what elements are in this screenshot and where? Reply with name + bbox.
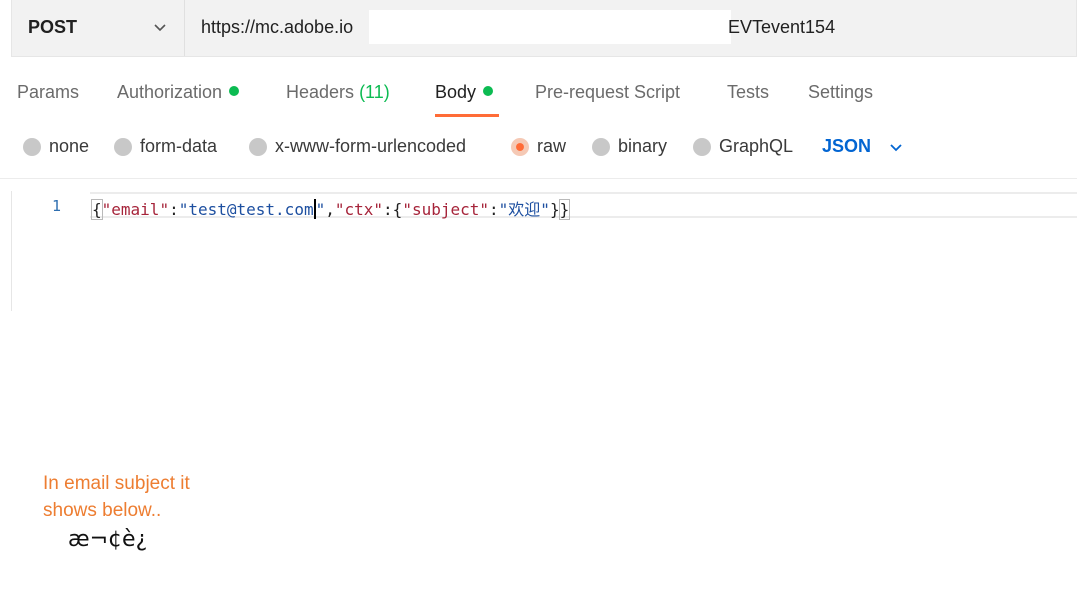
radio-label: x-www-form-urlencoded [275, 136, 467, 156]
json-brace: } [549, 200, 560, 219]
code-line[interactable]: {"email":"test@test.com ","ctx":{"subject… [91, 196, 571, 220]
radio-icon [693, 138, 711, 156]
url-input[interactable]: https://mc.adobe.io [201, 17, 353, 38]
json-punct: , [325, 200, 335, 219]
radio-label: form-data [140, 136, 218, 156]
headers-count: (11) [359, 82, 390, 102]
json-value: "欢迎" [498, 200, 550, 219]
json-key: "subject" [402, 200, 490, 219]
format-dropdown[interactable]: JSON [822, 136, 871, 157]
tab-headers[interactable]: Headers (11) [286, 82, 390, 103]
request-url-bar: POST https://mc.adobe.io EVTevent154 [11, 0, 1077, 57]
json-key: "email" [101, 200, 170, 219]
radio-selected-icon [511, 138, 529, 156]
tab-label: Pre-request Script [535, 82, 681, 102]
status-dot-icon [483, 86, 494, 96]
divider [0, 178, 1077, 179]
method-dropdown[interactable]: POST [12, 0, 185, 56]
chevron-down-icon[interactable] [888, 139, 904, 155]
radio-icon [249, 138, 267, 156]
tab-label: Authorization [117, 82, 223, 102]
annotation-note: In email subject it shows below.. [43, 473, 190, 521]
code-editor[interactable]: 1 {"email":"test@test.com ","ctx":{"subje… [11, 191, 1077, 311]
tab-label: Params [17, 82, 80, 102]
line-number: 1 [52, 197, 62, 215]
json-punct: : [169, 200, 179, 219]
tab-label: Headers [286, 82, 355, 102]
radio-label: raw [537, 136, 567, 156]
status-dot-icon [229, 86, 240, 96]
radio-label: GraphQL [719, 136, 794, 156]
radio-label: none [49, 136, 90, 156]
radio-label: binary [618, 136, 668, 156]
chevron-down-icon [154, 24, 166, 32]
tab-pre-request-script[interactable]: Pre-request Script [535, 82, 680, 103]
radio-icon [114, 138, 132, 156]
tab-params[interactable]: Params [17, 82, 79, 103]
radio-icon [23, 138, 41, 156]
json-punct: : [383, 200, 393, 219]
tab-label: Settings [808, 82, 874, 102]
tab-tests[interactable]: Tests [727, 82, 769, 103]
tab-label: Tests [727, 82, 770, 102]
active-tab-indicator [435, 114, 499, 117]
garbled-subject-text: æ¬¢è¿ [68, 527, 148, 552]
json-brace: { [392, 200, 403, 219]
tab-body[interactable]: Body [435, 82, 494, 103]
method-label: POST [28, 17, 78, 37]
json-value: "test@test.com [178, 200, 314, 219]
radio-icon [592, 138, 610, 156]
json-key: "ctx" [334, 200, 384, 219]
json-punct: : [489, 200, 499, 219]
json-brace: { [91, 199, 103, 220]
tab-settings[interactable]: Settings [808, 82, 873, 103]
json-value: " [315, 200, 326, 219]
tab-label: Body [435, 82, 477, 102]
tab-authorization[interactable]: Authorization [117, 82, 240, 103]
json-brace: } [558, 199, 571, 220]
url-input-tail[interactable]: EVTevent154 [728, 17, 835, 38]
request-tabs: Params Authorization Headers (11) Body P… [0, 70, 1077, 122]
redacted-url-region [369, 10, 731, 44]
body-type-selector: none form-data x-www-form-urlencoded raw… [0, 128, 1077, 168]
